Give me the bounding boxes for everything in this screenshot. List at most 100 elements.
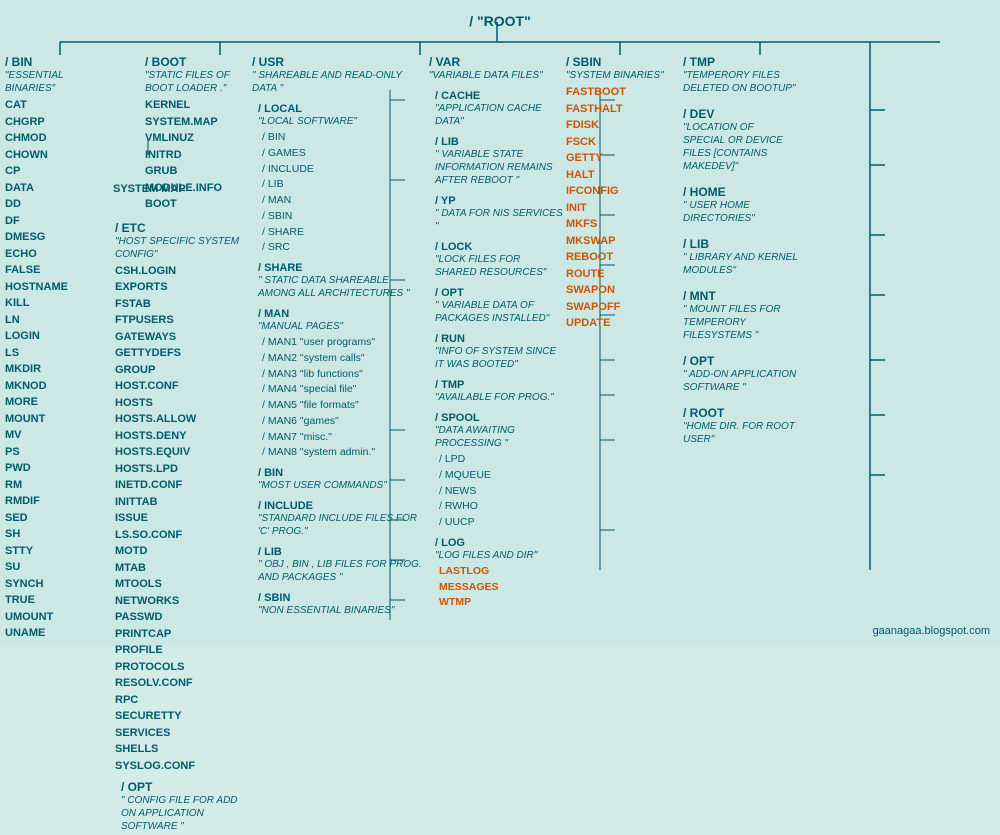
usr-bin-title: / BIN <box>258 467 387 479</box>
var-opt-section: / OPT " VARIABLE DATA OF PACKAGES INSTAL… <box>435 287 564 327</box>
file-item: MKNOD <box>5 378 68 395</box>
file-item: / INCLUDE <box>262 162 357 178</box>
usr-man-files: / MAN1 "user programs" / MAN2 "system ca… <box>262 335 375 461</box>
right-tmp-desc: "TEMPERORY FILES DELETED ON BOOTUP" <box>683 69 798 95</box>
boot-desc: "STATIC FILES OF BOOT LOADER ." <box>145 69 250 95</box>
col-sbin: / SBIN "SYSTEM BINARIES" FASTBOOT FASTHA… <box>566 55 676 835</box>
file-item: MKSWAP <box>566 233 626 250</box>
file-item: / RWHO <box>439 499 564 515</box>
usr-local-files: / BIN / GAMES / INCLUDE / LIB / MAN / SB… <box>262 130 357 256</box>
file-item: DMESG <box>5 229 68 246</box>
bin-files: CAT CHGRP CHMOD CHOWN CP DATA DD DF DMES… <box>5 97 68 642</box>
file-item: / LIB <box>262 177 357 193</box>
file-item: MESSAGES <box>439 580 537 596</box>
file-item: CSH.LOGIN <box>115 263 196 280</box>
var-tmp-desc: "AVAILABLE FOR PROG." <box>435 391 554 404</box>
var-lock-section: / LOCK "LOCK FILES FOR SHARED RESOURCES" <box>435 241 564 281</box>
file-item: MORE <box>5 394 68 411</box>
boot-files: KERNEL SYSTEM.MAP VMLINUZ INITRD GRUB MO… <box>145 97 250 213</box>
page-container: / "ROOT" / BIN "ESSENTIAL BINARIES" CAT … <box>0 0 1000 647</box>
file-item: HOSTS.DENY <box>115 428 196 445</box>
usr-man-section: / MAN "MANUAL PAGES" / MAN1 "user progra… <box>258 308 375 461</box>
right-lib-desc: " LIBRARY AND KERNEL MODULES" <box>683 251 798 277</box>
file-item: IFCONFIG <box>566 183 626 200</box>
file-item: / MAN1 "user programs" <box>262 335 375 351</box>
right-dev-section: / DEV "LOCATION OF SPECIAL OR DEVICE FIL… <box>683 107 798 175</box>
usr-local-desc: "LOCAL SOFTWARE" <box>258 115 357 128</box>
var-desc: "VARIABLE DATA FILES" <box>429 69 543 82</box>
bin-desc: "ESSENTIAL BINARIES" <box>5 69 113 95</box>
file-item: UNAME <box>5 625 68 642</box>
var-yp-section: / YP " DATA FOR NIS SERVICES " <box>435 195 564 235</box>
file-item: SYSLOG.CONF <box>115 758 196 775</box>
var-run-section: / RUN "INFO OF SYSTEM SINCE IT WAS BOOTE… <box>435 333 564 373</box>
etc-files: CSH.LOGIN EXPORTS FSTAB FTPUSERS GATEWAY… <box>115 263 196 775</box>
sbin-title: / SBIN <box>566 55 601 69</box>
file-item: SERVICES <box>115 725 196 742</box>
file-item: INITTAB <box>115 494 196 511</box>
sbin-desc: "SYSTEM BINARIES" <box>566 69 664 82</box>
file-item: EXPORTS <box>115 279 196 296</box>
file-item: / SRC <box>262 240 357 256</box>
file-item: MV <box>5 427 68 444</box>
file-item: VMLINUZ <box>145 130 250 147</box>
file-item: / MAN2 "system calls" <box>262 351 375 367</box>
file-item: FASTHALT <box>566 101 626 118</box>
var-yp-desc: " DATA FOR NIS SERVICES " <box>435 207 564 233</box>
file-item: PWD <box>5 460 68 477</box>
var-title: / VAR <box>429 55 460 69</box>
right-root-desc: "HOME DIR. FOR ROOT USER" <box>683 420 798 446</box>
file-item: FSTAB <box>115 296 196 313</box>
var-run-desc: "INFO OF SYSTEM SINCE IT WAS BOOTED" <box>435 345 564 371</box>
file-item: HOSTNAME <box>5 279 68 296</box>
right-mnt-title: / MNT <box>683 289 798 303</box>
file-item: SH <box>5 526 68 543</box>
file-item: MKFS <box>566 216 626 233</box>
file-item: / MAN6 "games" <box>262 414 375 430</box>
var-lock-desc: "LOCK FILES FOR SHARED RESOURCES" <box>435 253 564 279</box>
file-item: / MAN4 "special file" <box>262 382 375 398</box>
file-item: / NEWS <box>439 484 564 500</box>
file-item: CHMOD <box>5 130 68 147</box>
usr-bin-section: / BIN "MOST USER COMMANDS" <box>258 467 387 494</box>
usr-desc: " SHAREABLE AND READ-ONLY DATA " <box>252 69 427 95</box>
file-item: SED <box>5 510 68 527</box>
usr-share-section: / SHARE " STATIC DATA SHAREABLE AMONG AL… <box>258 262 427 302</box>
var-lock-title: / LOCK <box>435 241 564 253</box>
col-right: / TMP "TEMPERORY FILES DELETED ON BOOTUP… <box>683 55 798 835</box>
file-item: CHGRP <box>5 114 68 131</box>
usr-sbin-section: / SBIN "NON ESSENTIAL BINARIES" <box>258 592 394 619</box>
var-lib-section: / LIB " VARIABLE STATE INFORMATION REMAI… <box>435 136 564 189</box>
system-map-label: SYSTEM MAP <box>113 183 186 195</box>
file-item: LS <box>5 345 68 362</box>
file-item: / SBIN <box>262 209 357 225</box>
file-item: NETWORKS <box>115 593 196 610</box>
file-item: REBOOT <box>566 249 626 266</box>
file-item: / UUCP <box>439 515 564 531</box>
right-home-desc: " USER HOME DIRECTORIES" <box>683 199 798 225</box>
right-opt-title: / OPT <box>683 354 798 368</box>
file-item: / BIN <box>262 130 357 146</box>
boot-title: / BOOT <box>145 55 250 69</box>
watermark: gaanagaa.blogspot.com <box>873 625 990 637</box>
var-opt-desc: " VARIABLE DATA OF PACKAGES INSTALLED" <box>435 299 564 325</box>
var-cache-desc: "APPLICATION CACHE DATA" <box>435 102 564 128</box>
file-item: SU <box>5 559 68 576</box>
var-opt-title: / OPT <box>435 287 564 299</box>
file-item: UMOUNT <box>5 609 68 626</box>
var-log-title: / LOG <box>435 537 537 549</box>
file-item: / MAN3 "lib functions" <box>262 367 375 383</box>
var-tmp-section: / TMP "AVAILABLE FOR PROG." <box>435 379 554 406</box>
var-cache-section: / CACHE "APPLICATION CACHE DATA" <box>435 90 564 130</box>
file-item: LN <box>5 312 68 329</box>
usr-lib-desc: " OBJ , BIN , LIB FILES FOR PROG. AND PA… <box>258 558 427 584</box>
file-item: LS.SO.CONF <box>115 527 196 544</box>
file-item: RMDIF <box>5 493 68 510</box>
right-dev-desc: "LOCATION OF SPECIAL OR DEVICE FILES [CO… <box>683 121 798 173</box>
usr-bin-desc: "MOST USER COMMANDS" <box>258 479 387 492</box>
etc-title: / ETC <box>115 221 146 235</box>
file-item: FSCK <box>566 134 626 151</box>
file-item: SECURETTY <box>115 708 196 725</box>
usr-share-desc: " STATIC DATA SHAREABLE AMONG ALL ARCHIT… <box>258 274 427 300</box>
usr-share-title: / SHARE <box>258 262 427 274</box>
